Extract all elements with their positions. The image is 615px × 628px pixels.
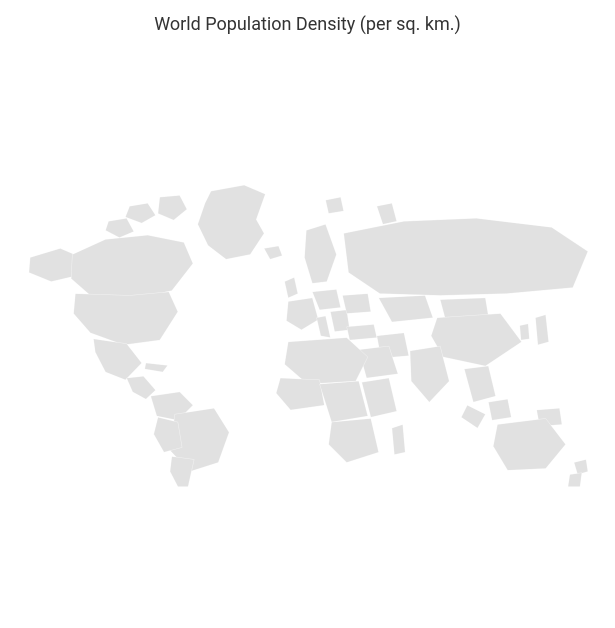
- country-china: [431, 313, 521, 365]
- country-australia: [493, 418, 565, 470]
- country-se-asia: [464, 366, 495, 402]
- country-scandinavia: [304, 224, 336, 283]
- country-japan: [535, 314, 548, 344]
- country-canada-islands-3: [106, 218, 134, 237]
- country-central-africa: [320, 381, 368, 422]
- country-madagascar: [392, 424, 405, 454]
- country-korea: [520, 323, 530, 339]
- country-russia: [344, 218, 588, 295]
- map-container: [0, 35, 615, 628]
- country-peru-bolivia: [154, 417, 182, 452]
- country-north-africa: [285, 337, 368, 383]
- country-novaya-zemlya: [377, 203, 397, 224]
- country-kazakhstan: [379, 295, 433, 322]
- country-nz-north: [574, 459, 588, 474]
- world-map: [6, 164, 609, 490]
- country-south-africa: [329, 418, 379, 462]
- country-canada-islands-2: [158, 195, 187, 220]
- country-cuba: [145, 363, 168, 372]
- country-ukraine: [342, 293, 370, 313]
- country-italy: [317, 316, 331, 338]
- country-canada-islands-1: [125, 203, 155, 223]
- country-greenland: [198, 185, 266, 259]
- country-france-spain: [286, 298, 318, 330]
- chart-title: World Population Density (per sq. km.): [154, 14, 461, 35]
- country-sumatra: [461, 405, 485, 428]
- country-svalbard: [326, 197, 344, 213]
- country-east-africa: [362, 378, 397, 417]
- country-mexico: [93, 339, 141, 380]
- country-borneo: [488, 399, 511, 420]
- country-canada: [71, 235, 193, 300]
- country-west-africa: [276, 378, 324, 410]
- country-iceland: [264, 246, 282, 259]
- country-turkey: [347, 324, 377, 340]
- country-central-america: [127, 376, 156, 399]
- country-germany-poland: [312, 289, 340, 310]
- country-nz-south: [568, 472, 582, 486]
- country-argentina-chile: [170, 456, 194, 486]
- country-uk: [285, 277, 298, 298]
- country-usa: [74, 292, 178, 345]
